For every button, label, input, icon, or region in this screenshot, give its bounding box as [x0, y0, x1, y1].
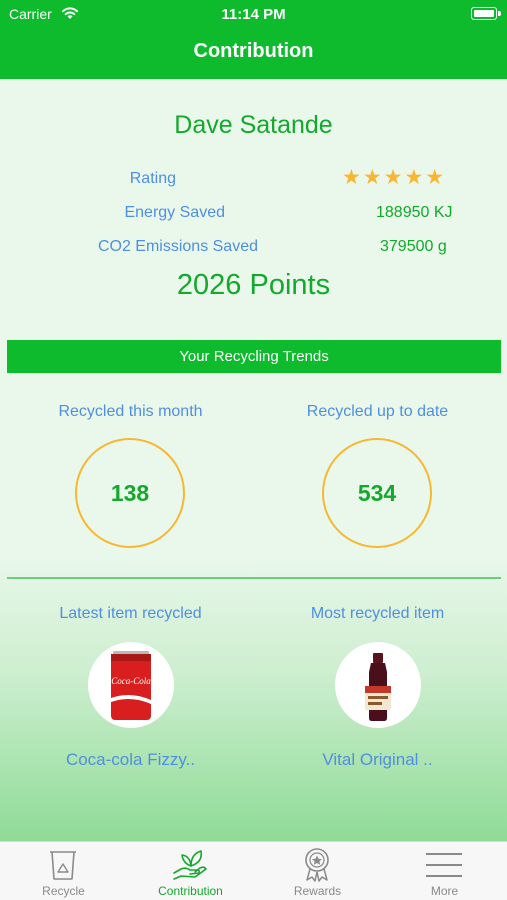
trends-header: Your Recycling Trends	[7, 340, 501, 373]
co2-saved-label: CO2 Emissions Saved	[97, 238, 258, 255]
tab-rewards-label: Rewards	[293, 884, 342, 898]
bottle-icon	[365, 653, 391, 721]
tab-more[interactable]: More	[381, 842, 507, 900]
tab-recycle-label: Recycle	[42, 884, 85, 898]
soda-can-icon: Coca-Cola	[111, 651, 151, 720]
recycled-month-count: 138	[75, 438, 185, 548]
contribution-content[interactable]: Dave Satande Rating ★★★★★ Energy Saved 1…	[0, 79, 507, 841]
energy-saved-label: Energy Saved	[124, 204, 225, 221]
section-divider	[7, 577, 501, 579]
user-name: Dave Satande	[174, 111, 333, 139]
battery-tip	[498, 11, 501, 16]
latest-item-name[interactable]: Coca-cola Fizzy..	[4, 750, 257, 770]
most-item-label: Most recycled item	[310, 605, 445, 622]
svg-text:Coca-Cola: Coca-Cola	[111, 676, 151, 686]
most-item-name[interactable]: Vital Original ..	[251, 750, 504, 770]
latest-item-image[interactable]: Coca-Cola	[88, 642, 174, 728]
tab-contribution[interactable]: Contribution	[127, 842, 254, 900]
page-title: Contribution	[193, 40, 314, 62]
battery-icon	[471, 7, 497, 20]
clock: 11:14 PM	[221, 6, 286, 23]
points-total: 2026 Points	[176, 269, 331, 301]
menu-icon	[426, 853, 462, 877]
hand-leaf-icon	[173, 850, 207, 880]
rating-stars: ★★★★★	[342, 166, 447, 189]
recycled-total-count: 534	[322, 438, 432, 548]
latest-item-label: Latest item recycled	[59, 605, 202, 622]
recycled-month-label: Recycled this month	[58, 403, 203, 420]
rating-label: Rating	[129, 170, 176, 187]
most-item-image[interactable]	[335, 642, 421, 728]
recycled-total-label: Recycled up to date	[306, 403, 449, 420]
tab-bar: Recycle Contribution Rewards More	[0, 841, 507, 900]
recycle-bin-icon	[50, 851, 76, 880]
medal-icon	[305, 848, 329, 882]
tab-rewards[interactable]: Rewards	[254, 842, 381, 900]
header: Carrier 11:14 PM Contribution	[0, 0, 507, 79]
tab-more-label: More	[430, 884, 459, 898]
tab-recycle[interactable]: Recycle	[0, 842, 127, 900]
tab-contribution-label: Contribution	[158, 884, 223, 898]
status-bar: Carrier 11:14 PM	[0, 0, 507, 28]
co2-saved-value: 379500 g	[380, 238, 447, 255]
energy-saved-value: 188950 KJ	[376, 204, 453, 221]
